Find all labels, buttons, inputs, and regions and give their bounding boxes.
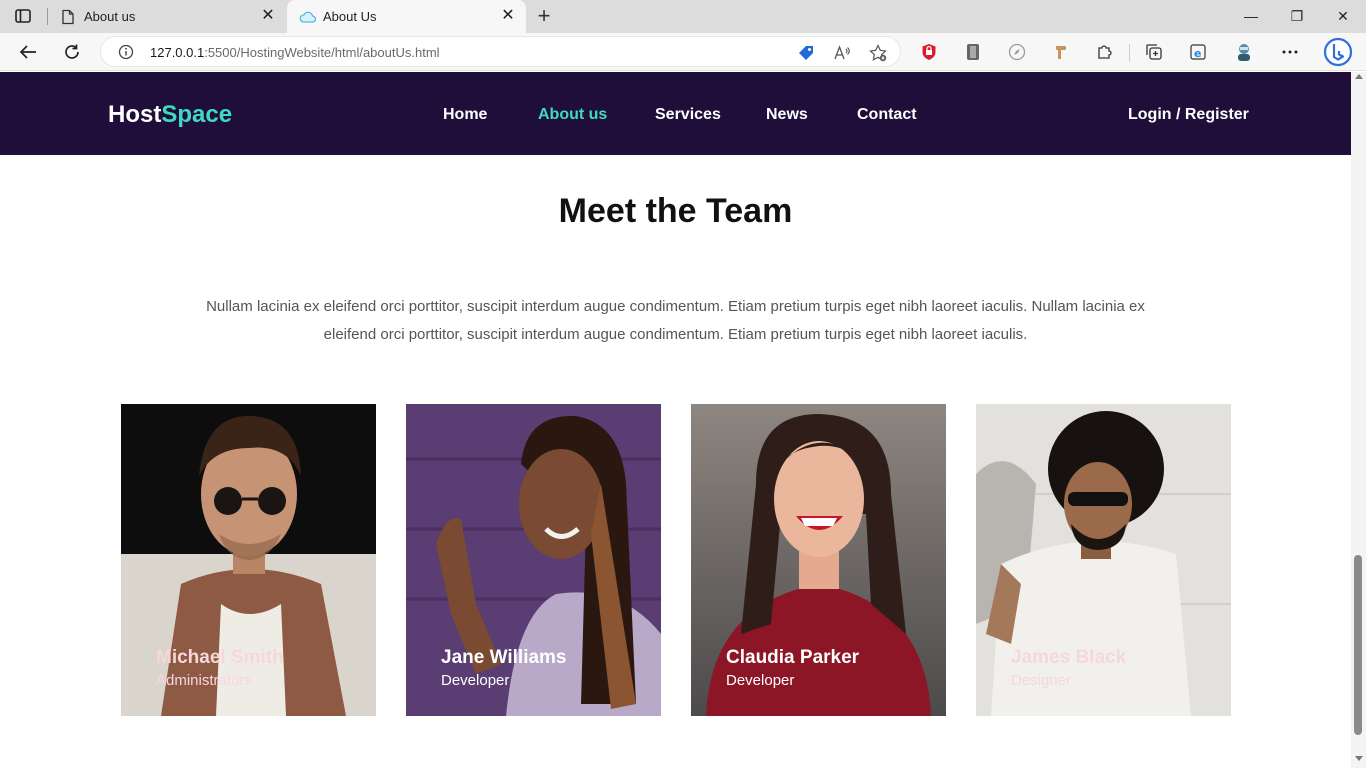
close-icon[interactable]: ✕: [260, 8, 276, 24]
team-card[interactable]: Jane Williams Developer: [406, 404, 661, 716]
tag-icon[interactable]: [797, 44, 815, 62]
dropper-icon[interactable]: [1051, 42, 1071, 62]
scroll-thumb[interactable]: [1354, 555, 1362, 735]
nav-services[interactable]: Services: [655, 106, 721, 124]
url-host: 127.0.0.1: [150, 45, 205, 60]
svg-text:e: e: [1194, 47, 1201, 60]
member-name: James Black: [1011, 647, 1127, 668]
member-name: Jane Williams: [441, 647, 567, 668]
team-photo: [691, 404, 946, 716]
page-scrollbar[interactable]: [1351, 72, 1366, 768]
puzzle-icon[interactable]: [1095, 42, 1115, 62]
login-register-link[interactable]: Login / Register: [1128, 106, 1249, 124]
bing-chat-icon[interactable]: [1322, 36, 1354, 68]
member-name: Michael Smith: [156, 647, 284, 668]
info-icon[interactable]: [118, 44, 134, 60]
team-photo: [976, 404, 1231, 716]
member-role: Developer: [726, 672, 795, 689]
browser-tab-about-us[interactable]: About us ✕: [48, 0, 286, 33]
nav-about-us[interactable]: About us: [538, 106, 607, 124]
back-arrow-icon[interactable]: [16, 40, 40, 64]
member-role: Designer: [1011, 672, 1072, 689]
browser-tab-about-us-active[interactable]: About Us ✕: [287, 0, 526, 33]
refresh-icon[interactable]: [60, 40, 84, 64]
site-logo[interactable]: HostSpace: [108, 101, 232, 129]
web-page: HostSpace Home About us Services News Co…: [0, 72, 1351, 768]
team-card[interactable]: Claudia Parker Developer: [691, 404, 946, 716]
collections-icon[interactable]: [1144, 42, 1164, 62]
url-path: :5500/HostingWebsite/html/aboutUs.html: [204, 45, 440, 60]
nav-contact[interactable]: Contact: [857, 106, 917, 124]
close-icon[interactable]: ✕: [500, 8, 516, 24]
nav-news[interactable]: News: [766, 106, 808, 124]
url-text[interactable]: 127.0.0.1:5500/HostingWebsite/html/about…: [150, 45, 440, 60]
new-tab-icon[interactable]: +: [534, 5, 554, 27]
browser-toolbar: 127.0.0.1:5500/HostingWebsite/html/about…: [0, 33, 1366, 71]
logo-main: Host: [108, 101, 162, 128]
section-title: Meet the Team: [558, 192, 793, 230]
member-name: Claudia Parker: [726, 647, 860, 668]
team-photo: [406, 404, 661, 716]
address-bar[interactable]: 127.0.0.1:5500/HostingWebsite/html/about…: [100, 36, 901, 67]
scroll-up-arrow-icon[interactable]: [1355, 74, 1363, 79]
section-description: Nullam lacinia ex eleifend orci porttito…: [206, 298, 1145, 343]
minimize-icon[interactable]: —: [1241, 7, 1261, 25]
logo-accent: Space: [161, 101, 233, 128]
ie-mode-icon[interactable]: e: [1188, 42, 1208, 62]
member-role: Administrators: [156, 672, 252, 689]
site-header: HostSpace Home About us Services News Co…: [0, 72, 1351, 155]
team-card[interactable]: Michael Smith Administrators: [121, 404, 376, 716]
team-card[interactable]: James Black Designer: [976, 404, 1231, 716]
page-icon: [60, 9, 76, 25]
tab-title: About us: [84, 9, 136, 24]
toolbar-separator: [1129, 44, 1130, 62]
tab-title: About Us: [323, 9, 377, 24]
add-favorite-icon[interactable]: [869, 44, 887, 62]
nav-home[interactable]: Home: [443, 106, 487, 124]
window-close-icon[interactable]: ✕: [1333, 7, 1353, 25]
read-aloud-icon[interactable]: [833, 44, 851, 62]
more-options-icon[interactable]: [1280, 42, 1300, 62]
team-photo: [121, 404, 376, 716]
scroll-down-arrow-icon[interactable]: [1355, 756, 1363, 761]
extension-icon[interactable]: [963, 42, 983, 62]
tab-actions-icon[interactable]: [14, 8, 32, 24]
shield-icon[interactable]: [919, 42, 939, 62]
compass-icon[interactable]: [1007, 42, 1027, 62]
cloud-icon: [299, 9, 317, 25]
profile-avatar-icon[interactable]: [1234, 42, 1254, 62]
browser-tab-bar: About us ✕ About Us ✕ + — ❐ ✕: [0, 0, 1366, 33]
restore-icon[interactable]: ❐: [1287, 7, 1307, 25]
member-role: Developer: [441, 672, 510, 689]
